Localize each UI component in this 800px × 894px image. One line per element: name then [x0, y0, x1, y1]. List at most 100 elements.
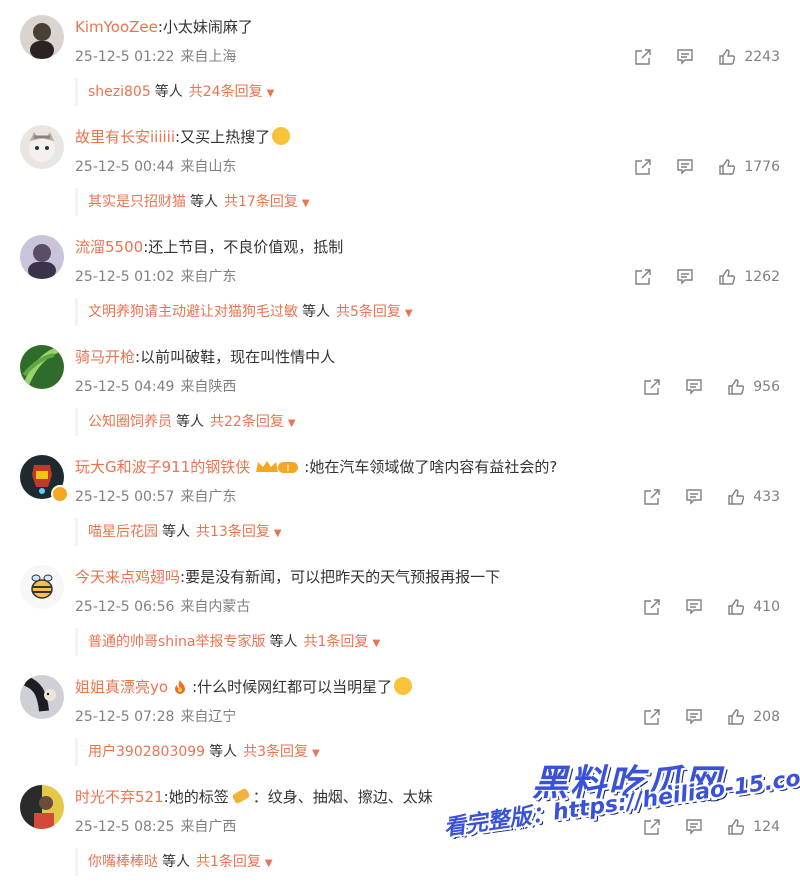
share-icon[interactable] [641, 376, 663, 398]
like-count: 956 [753, 379, 780, 395]
comment-text: :小太妹闹麻了 [157, 18, 253, 36]
replier-suffix: 等人 [269, 634, 298, 650]
replier-link[interactable]: shezi805 [88, 84, 151, 100]
replier-link[interactable]: 用户3902803099 [88, 744, 205, 760]
comment-location: 来自内蒙古 [180, 599, 251, 615]
username-link[interactable]: 玩大G和波子911的钢铁侠 [75, 458, 250, 476]
caret-down-icon[interactable]: ▼ [372, 638, 380, 649]
thinking-emoji-icon [394, 677, 413, 695]
comment-text: :要是没有新闻，可以把昨天的天气预报再报一下 [180, 568, 501, 586]
total-replies-link[interactable]: 共22条回复 [210, 414, 284, 430]
comment-time: 25-12-5 07:28 [75, 709, 175, 725]
total-replies-link[interactable]: 共13条回复 [196, 524, 270, 540]
comment-line: 流溜5500:还上节目，不良价值观，抵制 [75, 237, 343, 257]
reply-summary: 普通的帅哥shina举报专家版 等人 共1条回复 ▼ [75, 628, 380, 656]
comment-meta: 25-12-5 00:44 来自山东 [75, 157, 236, 177]
avatar[interactable] [20, 235, 64, 279]
thumbs-up-icon[interactable] [725, 816, 747, 838]
replier-suffix: 等人 [190, 194, 218, 210]
replier-suffix: 等人 [176, 414, 204, 430]
share-icon[interactable] [641, 816, 663, 838]
comment-actions: 410 [641, 596, 780, 618]
share-icon[interactable] [632, 46, 654, 68]
replier-link[interactable]: 文明养狗请主动避让对猫狗毛过敏 [88, 304, 298, 320]
total-replies-link[interactable]: 共5条回复 [336, 304, 401, 320]
total-replies-link[interactable]: 共3条回复 [243, 744, 308, 760]
username-link[interactable]: 今天来点鸡翅吗 [75, 568, 180, 586]
username-link[interactable]: 故里有长安iiiiii [75, 128, 175, 146]
comment-line: 时光不弃521:她的标签 ：纹身、抽烟、擦边、太妹 [75, 787, 433, 807]
share-icon[interactable] [632, 156, 654, 178]
like-count: 410 [753, 599, 780, 615]
caret-down-icon[interactable]: ▼ [274, 528, 282, 539]
comment-icon[interactable] [674, 266, 696, 288]
thumbs-up-icon[interactable] [725, 706, 747, 728]
username-link[interactable]: 时光不弃521 [75, 788, 164, 806]
comment-meta: 25-12-5 04:49 来自陕西 [75, 377, 236, 397]
comment-icon[interactable] [683, 596, 705, 618]
comment-icon[interactable] [683, 486, 705, 508]
reply-summary: 喵星后花园 等人 共13条回复 ▼ [75, 518, 282, 546]
comment-time: 25-12-5 04:49 [75, 379, 175, 395]
like-count: 208 [753, 709, 780, 725]
like-count: 1776 [744, 159, 780, 175]
avatar[interactable] [20, 345, 64, 389]
share-icon[interactable] [641, 706, 663, 728]
replier-link[interactable]: 其实是只招财猫 [88, 194, 186, 210]
total-replies-link[interactable]: 共24条回复 [189, 84, 263, 100]
avatar[interactable] [20, 675, 64, 719]
total-replies-link[interactable]: 共1条回复 [196, 854, 261, 870]
replier-link[interactable]: 公知圈饲养员 [88, 414, 172, 430]
username-link[interactable]: 流溜5500 [75, 238, 143, 256]
username-link[interactable]: 姐姐真漂亮yo [75, 678, 168, 696]
total-replies-link[interactable]: 共17条回复 [224, 194, 298, 210]
comment-item: 今天来点鸡翅吗:要是没有新闻，可以把昨天的天气预报再报一下 25-12-5 06… [0, 552, 800, 662]
comment-actions: 1262 [632, 266, 780, 288]
replier-link[interactable]: 你嘴棒棒哒 [88, 854, 158, 870]
comment-icon[interactable] [683, 706, 705, 728]
caret-down-icon[interactable]: ▼ [312, 748, 320, 759]
replier-link[interactable]: 喵星后花园 [88, 524, 158, 540]
avatar[interactable] [20, 15, 64, 59]
reply-summary: 文明养狗请主动避让对猫狗毛过敏 等人 共5条回复 ▼ [75, 298, 413, 326]
comment-line: 今天来点鸡翅吗:要是没有新闻，可以把昨天的天气预报再报一下 [75, 567, 500, 587]
comment-item: 时光不弃521:她的标签 ：纹身、抽烟、擦边、太妹 25-12-5 08:25 来自… [0, 772, 800, 882]
thumbs-up-icon[interactable] [725, 486, 747, 508]
share-icon[interactable] [641, 486, 663, 508]
username-link[interactable]: KimYooZee [75, 18, 158, 36]
thumbs-up-icon[interactable] [725, 596, 747, 618]
comment-location: 来自上海 [180, 49, 237, 65]
caret-down-icon[interactable]: ▼ [267, 88, 275, 99]
comment-icon[interactable] [683, 376, 705, 398]
reply-summary: 公知圈饲养员 等人 共22条回复 ▼ [75, 408, 296, 436]
caret-down-icon[interactable]: ▼ [288, 418, 296, 429]
replier-suffix: 等人 [302, 304, 330, 320]
comment-location: 来自陕西 [180, 379, 237, 395]
verified-badge-icon [51, 485, 69, 503]
comment-icon[interactable] [683, 816, 705, 838]
comment-location: 来自山东 [180, 159, 237, 175]
comment-icon[interactable] [674, 46, 696, 68]
avatar[interactable] [20, 565, 64, 609]
caret-down-icon[interactable]: ▼ [265, 858, 273, 869]
comment-meta: 25-12-5 01:02 来自广东 [75, 267, 236, 287]
fire-badge-icon [175, 680, 186, 694]
username-link[interactable]: 骑马开枪 [75, 348, 135, 366]
thumbs-up-icon[interactable] [716, 156, 738, 178]
avatar[interactable] [20, 125, 64, 169]
comment-text: :以前叫破鞋，现在叫性情中人 [135, 348, 336, 366]
caret-down-icon[interactable]: ▼ [302, 198, 310, 209]
thumbs-up-icon[interactable] [725, 376, 747, 398]
reply-summary: 其实是只招财猫 等人 共17条回复 ▼ [75, 188, 310, 216]
avatar[interactable] [20, 785, 64, 829]
caret-down-icon[interactable]: ▼ [405, 308, 413, 319]
thumbs-up-icon[interactable] [716, 266, 738, 288]
thumbs-up-icon[interactable] [716, 46, 738, 68]
share-icon[interactable] [632, 266, 654, 288]
comment-actions: 433 [641, 486, 780, 508]
replier-link[interactable]: 普通的帅哥shina举报专家版 [88, 634, 266, 650]
comment-icon[interactable] [674, 156, 696, 178]
reply-summary: shezi805 等人 共24条回复 ▼ [75, 78, 274, 106]
total-replies-link[interactable]: 共1条回复 [304, 634, 369, 650]
share-icon[interactable] [641, 596, 663, 618]
